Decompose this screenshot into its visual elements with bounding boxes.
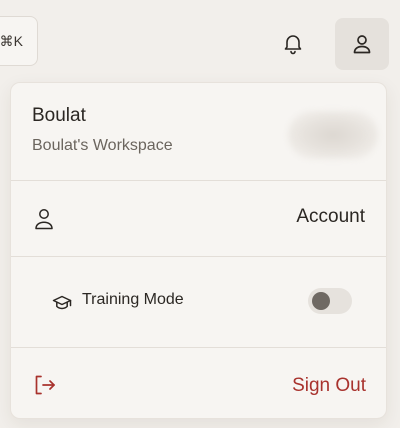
- training-mode-label: Training Mode: [82, 291, 184, 308]
- account-label: Account: [296, 206, 365, 227]
- sign-out-menu-item[interactable]: Sign Out: [11, 348, 386, 418]
- workspace-name: Boulat's Workspace: [32, 137, 173, 154]
- notifications-button[interactable]: [273, 23, 313, 63]
- training-mode-toggle[interactable]: [308, 288, 352, 314]
- user-icon: [35, 209, 53, 230]
- user-menu-button[interactable]: [335, 18, 389, 70]
- training-mode-item: Training Mode: [11, 257, 386, 348]
- command-palette-shortcut[interactable]: ⌘K: [0, 16, 38, 66]
- avatar: [288, 111, 378, 159]
- user-icon: [353, 35, 371, 54]
- sign-out-label: Sign Out: [292, 375, 366, 396]
- user-dropdown-menu: Boulat Boulat's Workspace Account Traini…: [10, 82, 387, 419]
- user-name: Boulat: [32, 105, 86, 126]
- top-bar: ⌘K: [0, 0, 400, 80]
- account-menu-item[interactable]: Account: [11, 181, 386, 257]
- sign-out-icon: [35, 375, 55, 395]
- shortcut-hint-label: ⌘K: [0, 32, 23, 49]
- graduation-cap-icon: [52, 295, 72, 310]
- bell-icon: [284, 35, 302, 55]
- user-info-section: Boulat Boulat's Workspace: [11, 83, 386, 181]
- toggle-knob: [312, 292, 330, 310]
